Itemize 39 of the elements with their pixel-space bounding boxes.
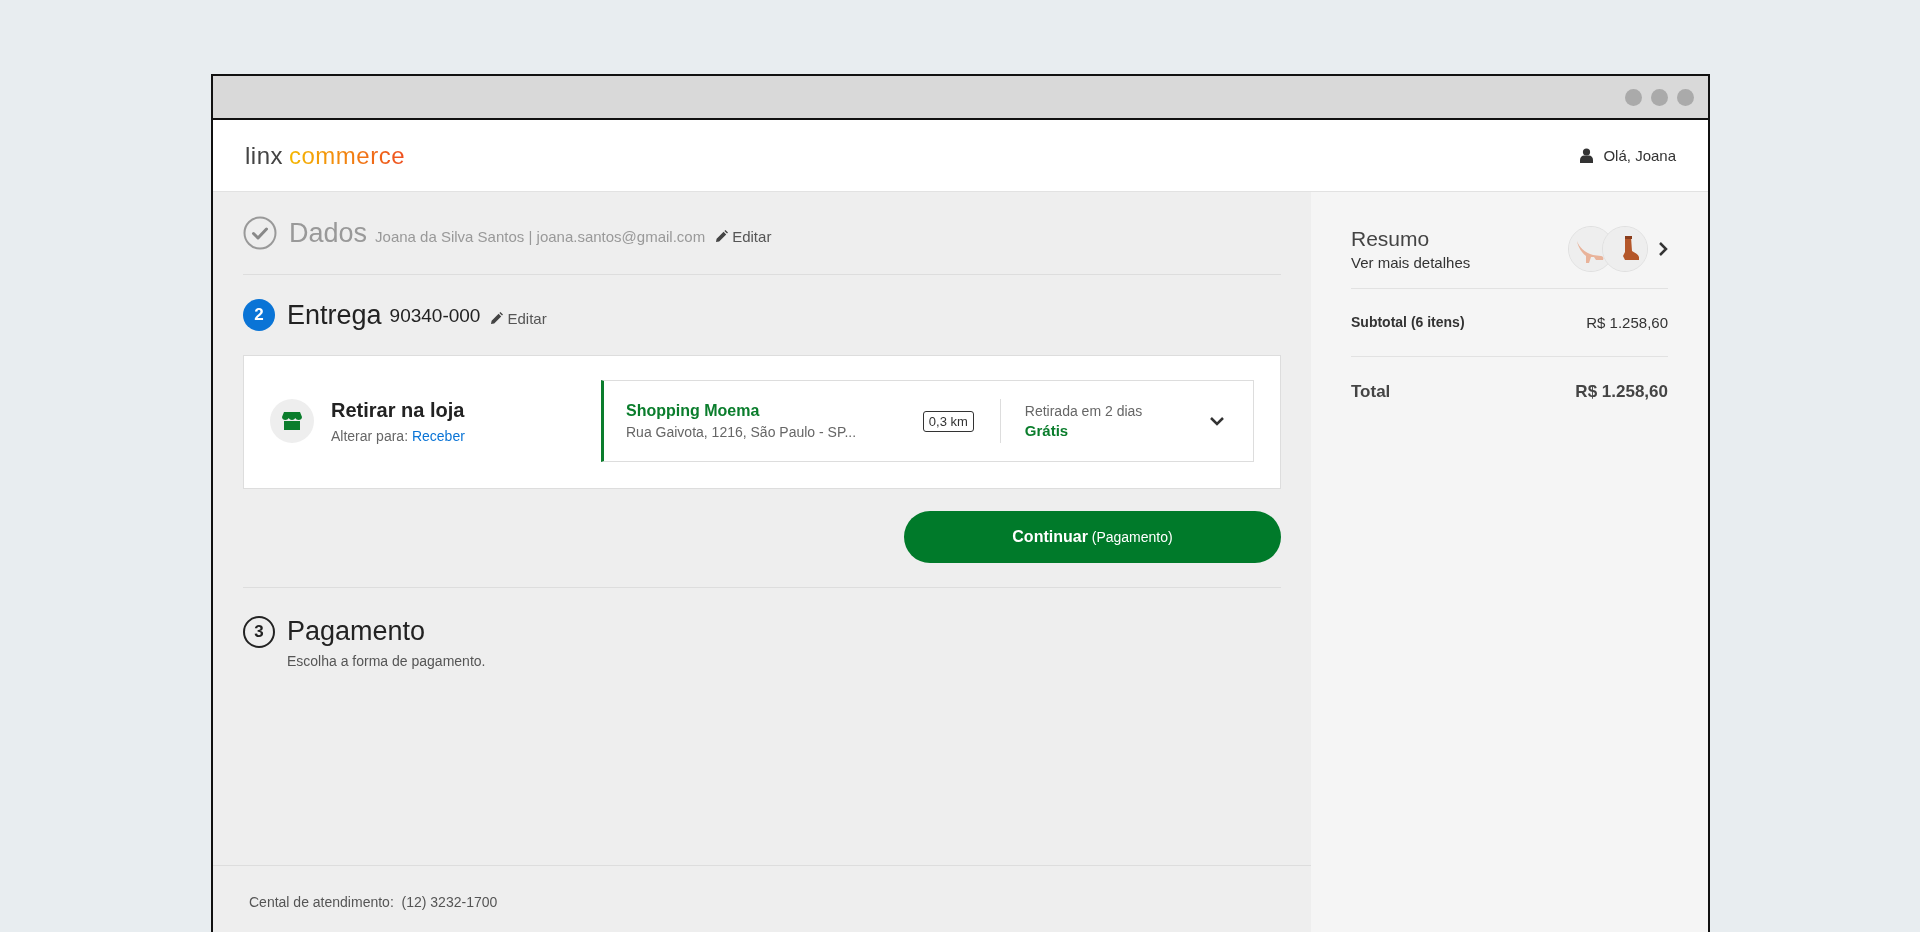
step-detail: Joana da Silva Santos | joana.santos@gmail.com xyxy=(375,227,706,245)
step-number: 2 xyxy=(243,299,275,331)
window-dot xyxy=(1651,88,1668,106)
switch-text: Alterar para: Receber xyxy=(331,427,466,444)
store-option[interactable]: Shopping Moema Rua Gaivota, 1216, São Paulo - SP... 0,3 km Retirada em 2 dias Grátis xyxy=(601,380,1254,462)
edit-button[interactable]: Editar xyxy=(490,309,547,327)
store-name: Shopping Moema xyxy=(626,402,761,420)
store-icon xyxy=(282,412,302,430)
pencil-icon xyxy=(490,311,504,325)
summary-value: R$ 1.258,60 xyxy=(1575,382,1668,402)
support-phone: Cental de atendimento: (12) 3232-1700 xyxy=(213,865,1311,932)
chevron-right-icon[interactable] xyxy=(1658,241,1668,257)
summary-label: Subtotal (6 itens) xyxy=(1351,314,1465,331)
switch-link[interactable]: Receber xyxy=(411,427,465,444)
pickup-price: Grátis xyxy=(1024,422,1070,439)
step-detail: 90340-000 xyxy=(389,305,481,327)
window-dot xyxy=(1625,88,1642,106)
continue-button[interactable]: Continuar (Pagamento) xyxy=(904,511,1281,563)
distance-tag: 0,3 km xyxy=(922,410,974,432)
step-subtitle: Escolha a forma de pagamento. xyxy=(287,653,486,669)
step-title: Pagamento xyxy=(287,616,426,647)
step-title: Dados xyxy=(289,217,368,249)
summary-value: R$ 1.258,60 xyxy=(1586,314,1668,331)
chevron-down-icon[interactable] xyxy=(1209,416,1225,426)
summary-label: Total xyxy=(1351,382,1391,402)
edit-button[interactable]: Editar xyxy=(715,227,772,245)
user-icon xyxy=(1580,148,1594,163)
store-address: Rua Gaivota, 1216, São Paulo - SP... xyxy=(626,424,857,440)
pencil-icon xyxy=(715,229,729,243)
logo-text: linx xyxy=(245,141,283,170)
delivery-title: Retirar na loja xyxy=(331,398,466,422)
step-title: Entrega xyxy=(287,299,382,331)
pickup-time: Retirada em 2 dias xyxy=(1024,403,1143,419)
user-greeting[interactable]: Olá, Joana xyxy=(1603,147,1676,164)
details-link[interactable]: Ver mais detalhes xyxy=(1351,254,1471,271)
summary-title: Resumo xyxy=(1351,227,1431,251)
check-circle-icon xyxy=(243,216,277,250)
window-dot xyxy=(1677,88,1694,106)
step-number: 3 xyxy=(243,616,275,648)
